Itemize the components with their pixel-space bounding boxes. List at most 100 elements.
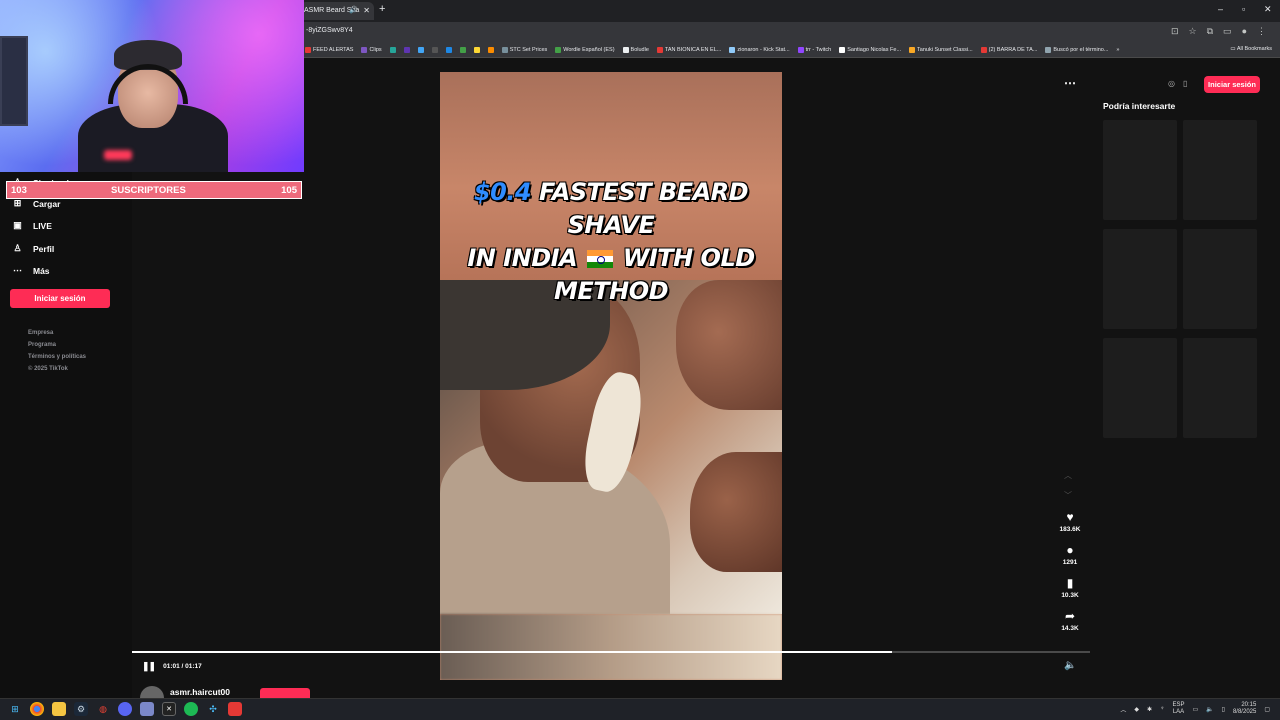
suggestion-thumbnail[interactable] [1183,120,1257,220]
battery-icon[interactable]: ▯ [1222,706,1225,713]
login-button-top[interactable]: Iniciar sesión [1204,76,1260,93]
footer-link-terms[interactable]: Términos y políticas [28,354,86,360]
spotify-icon[interactable] [184,702,198,716]
save-button[interactable]: ▮ 10.3K [1054,576,1086,599]
extensions-icon[interactable]: ⧉ [1207,26,1213,37]
right-panel-icons: ◎ ▯ [1168,79,1187,88]
bookmark-item[interactable]: Tanuki Sunset Classi... [909,46,973,53]
discord-icon[interactable] [118,702,132,716]
new-tab-button[interactable]: + [379,3,385,15]
suggestion-thumbnail[interactable] [1103,338,1177,438]
volume-tray-icon[interactable]: 🔈 [1206,706,1213,713]
video-caption: $0.4 FASTEST BEARD SHAVE IN INDIA WITH O… [467,178,755,305]
login-button-sidebar[interactable]: Iniciar sesión [10,289,110,308]
comment-button[interactable]: ● 1291 [1054,543,1086,566]
sidepanel-icon[interactable]: ▭ [1223,26,1232,37]
video-player[interactable]: $0.4 FASTEST BEARD SHAVE IN INDIA WITH O… [440,72,782,680]
bookmark-item[interactable]: Clips [361,46,382,53]
sidebar-item-upload[interactable]: ⊞ Cargar [12,198,61,209]
bookmark-icon [417,46,424,53]
bookmark-icon [729,46,736,53]
share-button[interactable]: ➦ 14.3K [1054,609,1086,632]
usb-icon[interactable]: ♆ [1160,706,1165,712]
tray-expand-icon[interactable]: ︿ [1120,705,1126,714]
video-time: 01:01 / 01:17 [163,663,202,670]
sidebar-item-live[interactable]: ▣ LIVE [12,220,52,231]
bookmark-item[interactable] [389,46,396,53]
bookmark-item[interactable]: (2) BARRA DE TA... [980,46,1037,53]
bookmark-item[interactable]: TAN BIONICA EN EL... [656,46,721,53]
minimize-icon[interactable]: – [1218,4,1223,14]
menu-dots-icon[interactable]: ⋮ [1257,26,1266,37]
bookmark-item[interactable]: zionaron - Kick Stat... [729,46,790,53]
tray-app-icon[interactable]: ◆ [1134,706,1139,713]
chrome-icon[interactable] [30,702,44,716]
browser-tab[interactable]: ASMR Beard Sha 🔊 ✕ [300,2,374,20]
close-tab-icon[interactable]: ✕ [363,2,370,20]
device-icon[interactable]: ▯ [1183,79,1187,88]
bookmark-item[interactable]: Wordle Español (ES) [555,46,615,53]
app-grid-icon[interactable]: ✣ [206,702,220,716]
close-window-icon[interactable]: ✕ [1264,4,1272,15]
chrome-alt-icon[interactable]: ◍ [96,702,110,716]
notification-icon[interactable]: ▢ [1264,706,1270,713]
bookmarks-overflow-icon[interactable]: » [1116,47,1119,53]
sidebar-item-profile[interactable]: ♙ Perfil [12,243,54,254]
network-icon[interactable]: ▭ [1193,706,1199,713]
app-red-icon[interactable] [228,702,242,716]
bookmark-item[interactable]: STC Set Prices [501,46,547,53]
live-icon: ▣ [13,220,22,230]
suggestion-thumbnail[interactable] [1103,229,1177,329]
bookmark-item[interactable] [459,46,466,53]
maximize-icon[interactable]: ▫ [1242,4,1245,14]
more-options-icon[interactable]: ⋯ [1064,76,1076,90]
install-icon[interactable]: ⊡ [1171,26,1179,37]
bookmark-item[interactable] [431,46,438,53]
bookmark-item[interactable]: Buscó por el término... [1045,46,1108,53]
bookmark-item[interactable]: Santiago Nicolas Fe... [839,46,901,53]
windows-start-icon[interactable]: ⊞ [8,702,22,716]
bookmark-item[interactable] [487,46,494,53]
address-bar-icons: ⊡ ☆ ⧉ ▭ ● ⋮ [1171,26,1266,37]
steam-icon[interactable]: ⚙ [74,702,88,716]
suggestion-thumbnail[interactable] [1183,229,1257,329]
profile-avatar-icon[interactable]: ● [1242,26,1247,37]
previous-video-icon[interactable]: ︿ [1064,470,1072,481]
author-name[interactable]: asmr.haircut00 [170,687,230,697]
suggestion-thumbnail[interactable] [1103,120,1177,220]
url-field[interactable]: -8yiZGSwv8Y4 [306,27,353,34]
bookmark-item[interactable]: FEED ALERTAS [305,46,353,53]
app-icon[interactable] [140,702,154,716]
bookmark-item[interactable] [473,46,480,53]
coin-icon[interactable]: ◎ [1168,79,1175,88]
language-indicator[interactable]: ESP LAA [1172,702,1184,716]
clock[interactable]: 20:15 8/8/2025 [1233,702,1256,716]
subscriber-goal: 105 [281,185,297,196]
all-bookmarks-button[interactable]: ▭ All Bookmarks [1230,46,1272,52]
file-explorer-icon[interactable] [52,702,66,716]
taskbar-apps: ⊞ ⚙ ◍ ✕ ✣ [8,702,242,716]
bookmark-item[interactable] [403,46,410,53]
capcut-icon[interactable]: ✕ [162,702,176,716]
bookmark-icon [622,46,629,53]
speaker-icon[interactable]: 🔊 [349,2,358,20]
bookmark-item[interactable]: trr - Twitch [797,46,831,53]
bookmark-item[interactable]: Boludle [622,46,649,53]
pause-icon[interactable]: ❚❚ [142,661,156,672]
next-video-icon[interactable]: ﹀ [1064,490,1072,501]
footer-link-program[interactable]: Programa [28,342,56,348]
like-button[interactable]: ♥ 183.6K [1054,510,1086,533]
video-hand-razor [690,452,782,572]
bluetooth-icon[interactable]: ✱ [1147,706,1152,713]
subscriber-goal-bar: 103 SUSCRIPTORES 105 [6,181,302,199]
suggestion-thumbnail[interactable] [1183,338,1257,438]
windows-taskbar: ⊞ ⚙ ◍ ✕ ✣ ︿ ◆ ✱ ♆ ESP LAA ▭ 🔈 ▯ 20:15 8/… [0,698,1280,720]
video-progress-bar[interactable] [132,651,1090,653]
star-icon[interactable]: ☆ [1189,26,1197,37]
sidebar-item-more[interactable]: ⋯ Más [12,265,50,276]
footer-link-company[interactable]: Empresa [28,330,53,336]
bookmark-item[interactable] [445,46,452,53]
bookmark-item[interactable] [417,46,424,53]
volume-icon[interactable]: 🔈 [1064,660,1076,671]
video-controls: ❚❚ 01:01 / 01:17 [142,661,202,672]
